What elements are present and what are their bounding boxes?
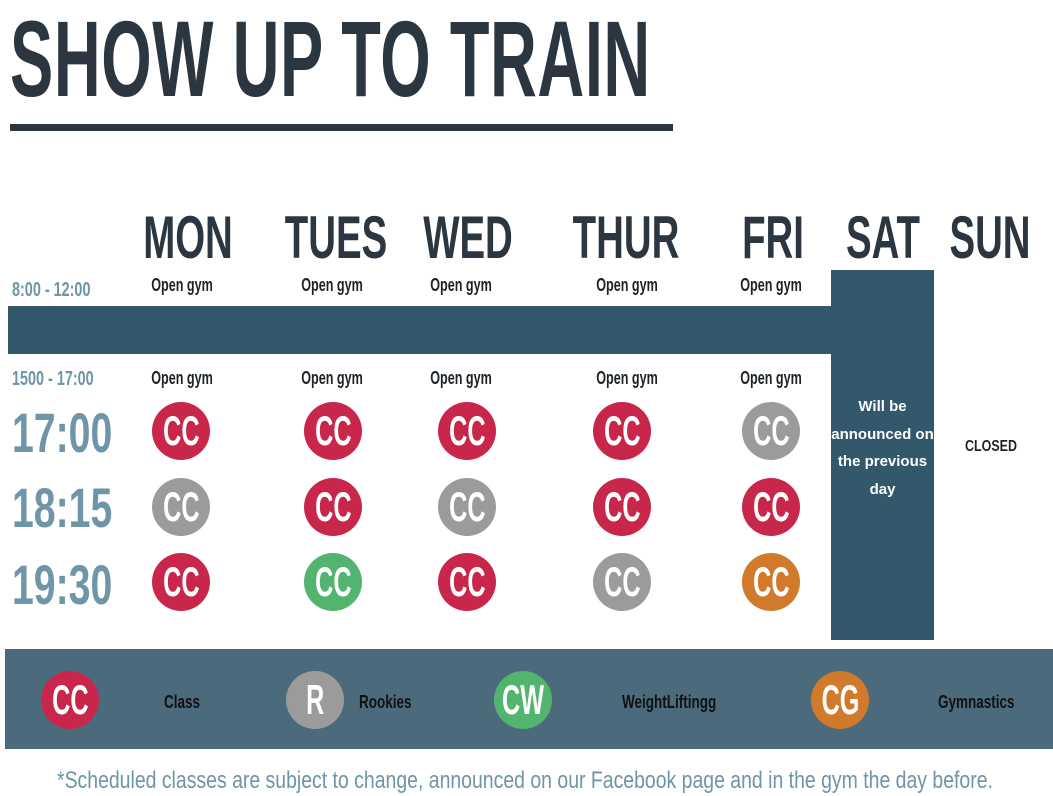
class-badge-thur-1815: CC (593, 478, 651, 536)
class-badge-tues-1815: CC (304, 478, 362, 536)
open-gym-morning-wed: Open gym (430, 275, 492, 295)
legend-label-cw: WeightLiftingg (622, 692, 717, 712)
class-badge-thur-1700: CC (593, 402, 651, 460)
time-label-1815: 18:15 (12, 476, 113, 539)
day-header-sat: SAT (846, 204, 920, 271)
class-badge-code: CC (314, 407, 352, 454)
class-badge-code: CC (603, 558, 641, 605)
class-badge-code: CC (448, 407, 486, 454)
legend-badge-code: CW (502, 676, 545, 723)
morning-slot-label: 8:00 - 12:00 (12, 279, 91, 301)
class-badge-code: CC (162, 407, 200, 454)
day-header-mon: MON (143, 204, 233, 271)
legend-badge-code: CG (821, 676, 859, 723)
title-underline (10, 124, 673, 131)
class-badge-wed-1815: CC (438, 478, 496, 536)
open-gym-afternoon-wed: Open gym (430, 368, 492, 388)
day-header-thur: THUR (572, 204, 680, 271)
afternoon-slot-label: 1500 - 17:00 (12, 368, 94, 390)
legend-label-r: Rookies (359, 692, 412, 712)
time-label-1930: 19:30 (12, 553, 113, 616)
class-badge-thur-1930: CC (593, 553, 651, 611)
open-gym-morning-thur: Open gym (596, 275, 658, 295)
class-badge-wed-1930: CC (438, 553, 496, 611)
saturday-note: Will be announced on the previous day (831, 398, 934, 498)
open-gym-morning-fri: Open gym (740, 275, 802, 295)
class-badge-code: CC (448, 558, 486, 605)
legend-badge-cc: CC (41, 671, 99, 729)
legend-label-cc: Class (164, 692, 201, 712)
class-badge-wed-1700: CC (438, 402, 496, 460)
day-header-tues: TUES (284, 204, 388, 271)
legend-badge-cg: CG (811, 671, 869, 729)
class-badge-code: CC (314, 558, 352, 605)
page-title: SHOW UP TO TRAIN (10, 0, 651, 119)
time-label-1700: 17:00 (12, 401, 113, 464)
midday-band (8, 306, 934, 354)
legend-badge-cw: CW (494, 671, 552, 729)
open-gym-afternoon-thur: Open gym (596, 368, 658, 388)
class-badge-tues-1700: CC (304, 402, 362, 460)
open-gym-afternoon-fri: Open gym (740, 368, 802, 388)
class-badge-code: CC (752, 483, 790, 530)
class-badge-code: CC (162, 483, 200, 530)
legend-label-cg: Gymnastics (938, 692, 1015, 712)
legend-badge-r: R (286, 671, 344, 729)
open-gym-morning-tues: Open gym (301, 275, 363, 295)
schedule-disclaimer: *Scheduled classes are subject to change… (57, 767, 993, 794)
open-gym-afternoon-mon: Open gym (151, 368, 213, 388)
class-badge-code: CC (162, 558, 200, 605)
class-badge-code: CC (603, 407, 641, 454)
class-badge-code: CC (752, 558, 790, 605)
day-header-sun: SUN (949, 204, 1031, 271)
day-header-wed: WED (423, 204, 513, 271)
class-badge-fri-1815: CC (742, 478, 800, 536)
class-badge-code: CC (314, 483, 352, 530)
open-gym-morning-mon: Open gym (151, 275, 213, 295)
class-badge-fri-1700: CC (742, 402, 800, 460)
class-badge-code: CC (603, 483, 641, 530)
open-gym-afternoon-tues: Open gym (301, 368, 363, 388)
class-badge-mon-1700: CC (152, 402, 210, 460)
day-header-fri: FRI (742, 204, 804, 271)
class-badge-fri-1930: CC (742, 553, 800, 611)
class-badge-code: CC (752, 407, 790, 454)
class-badge-tues-1930: CC (304, 553, 362, 611)
class-badge-mon-1930: CC (152, 553, 210, 611)
legend-badge-code: CC (51, 676, 89, 723)
class-badge-code: CC (448, 483, 486, 530)
sunday-closed-label: CLOSED (964, 438, 1018, 455)
class-badge-mon-1815: CC (152, 478, 210, 536)
legend-badge-code: R (305, 676, 325, 723)
